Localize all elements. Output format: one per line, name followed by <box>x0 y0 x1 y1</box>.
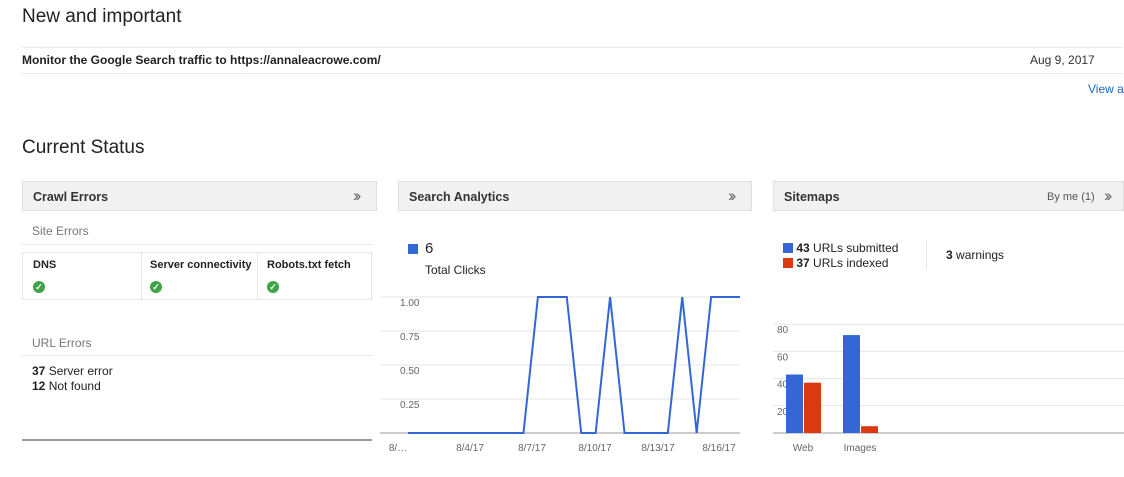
y-tick-label: 0.50 <box>400 366 420 377</box>
legend-swatch <box>408 244 418 254</box>
divider <box>22 47 1122 48</box>
sitemaps-header[interactable]: Sitemaps By me (1) ›› <box>773 181 1124 211</box>
bar-images-indexed <box>861 426 878 433</box>
urls-submitted-legend: 43 URLs submitted <box>783 241 898 255</box>
sitemaps-filter[interactable]: By me (1) <box>1047 191 1095 203</box>
bar-web-submitted <box>786 374 803 433</box>
section-title-current-status: Current Status <box>22 137 145 158</box>
search-analytics-header[interactable]: Search Analytics ›› <box>398 181 752 211</box>
urls-submitted-label: URLs submitted <box>813 241 899 255</box>
urls-indexed-count: 37 <box>796 256 810 270</box>
y-tick-label: 0.75 <box>400 332 420 343</box>
divider <box>22 73 1122 74</box>
x-tick-label: 8/10/17 <box>578 443 612 454</box>
server-connectivity-label: Server connectivity <box>150 259 252 271</box>
not-found-count: 12 <box>32 379 46 393</box>
x-tick-label: 8/… <box>389 443 407 454</box>
not-found-label: Not found <box>48 379 101 393</box>
search-analytics-title: Search Analytics <box>409 190 510 204</box>
total-clicks-label: Total Clicks <box>425 263 486 277</box>
crawl-errors-title: Crawl Errors <box>33 190 109 204</box>
chevron-right-icon[interactable]: ›› <box>728 186 737 206</box>
warnings-count: 3 <box>946 248 953 262</box>
message-date: Aug 9, 2017 <box>1030 53 1095 67</box>
divider <box>926 240 927 268</box>
urls-indexed-legend: 37 URLs indexed <box>783 256 888 270</box>
x-tick-label: 8/16/17 <box>702 443 736 454</box>
y-tick-label: 60 <box>777 352 789 363</box>
check-icon: ✓ <box>150 281 162 293</box>
x-tick-label: Images <box>844 443 877 454</box>
url-errors-label: URL Errors <box>32 336 92 350</box>
y-tick-label: 80 <box>777 325 789 336</box>
not-found-item[interactable]: 12 Not found <box>32 379 101 393</box>
crawl-errors-header[interactable]: Crawl Errors ›› <box>22 181 377 211</box>
x-tick-label: Web <box>793 443 814 454</box>
y-tick-label: 1.00 <box>400 298 420 309</box>
y-tick-label: 0.25 <box>400 400 420 411</box>
server-error-count: 37 <box>32 364 46 378</box>
legend-swatch <box>783 258 793 268</box>
site-errors-table: DNS Server connectivity Robots.txt fetch… <box>22 252 372 300</box>
bar-images-submitted <box>843 335 860 433</box>
server-error-item[interactable]: 37 Server error <box>32 364 113 378</box>
search-analytics-chart: 1.00 0.75 0.50 0.25 8/… 8/4/17 8/7/17 8/10/17 8/… <box>380 296 740 454</box>
check-icon: ✓ <box>267 281 279 293</box>
section-title-new-and-important: New and important <box>22 6 182 27</box>
sitemaps-chart: 80604020Web Images <box>773 323 1124 454</box>
x-tick-label: 8/13/17 <box>641 443 675 454</box>
x-tick-label: 8/4/17 <box>456 443 484 454</box>
dns-label: DNS <box>33 259 57 271</box>
chevron-right-icon[interactable]: ›› <box>1104 186 1113 206</box>
divider <box>22 439 372 441</box>
x-tick-label: 8/7/17 <box>518 443 546 454</box>
server-error-label: Server error <box>48 364 113 378</box>
view-all-link[interactable]: View a <box>1088 82 1124 96</box>
legend-swatch <box>783 243 793 253</box>
message-link[interactable]: Monitor the Google Search traffic to htt… <box>22 53 381 67</box>
bar-web-indexed <box>804 382 821 433</box>
warnings-label: warnings <box>956 248 1005 262</box>
urls-indexed-label: URLs indexed <box>813 256 889 270</box>
check-icon: ✓ <box>33 281 45 293</box>
warnings-item[interactable]: 3 warnings <box>946 248 1004 262</box>
site-errors-label: Site Errors <box>32 224 89 238</box>
robots-fetch-label: Robots.txt fetch <box>267 259 351 271</box>
divider <box>141 253 142 299</box>
divider <box>22 355 372 356</box>
divider <box>22 244 372 245</box>
urls-submitted-count: 43 <box>796 241 810 255</box>
sitemaps-title: Sitemaps <box>784 190 840 204</box>
chevron-right-icon[interactable]: ›› <box>353 186 362 206</box>
divider <box>257 253 258 299</box>
total-clicks-value: 6 <box>425 240 434 257</box>
